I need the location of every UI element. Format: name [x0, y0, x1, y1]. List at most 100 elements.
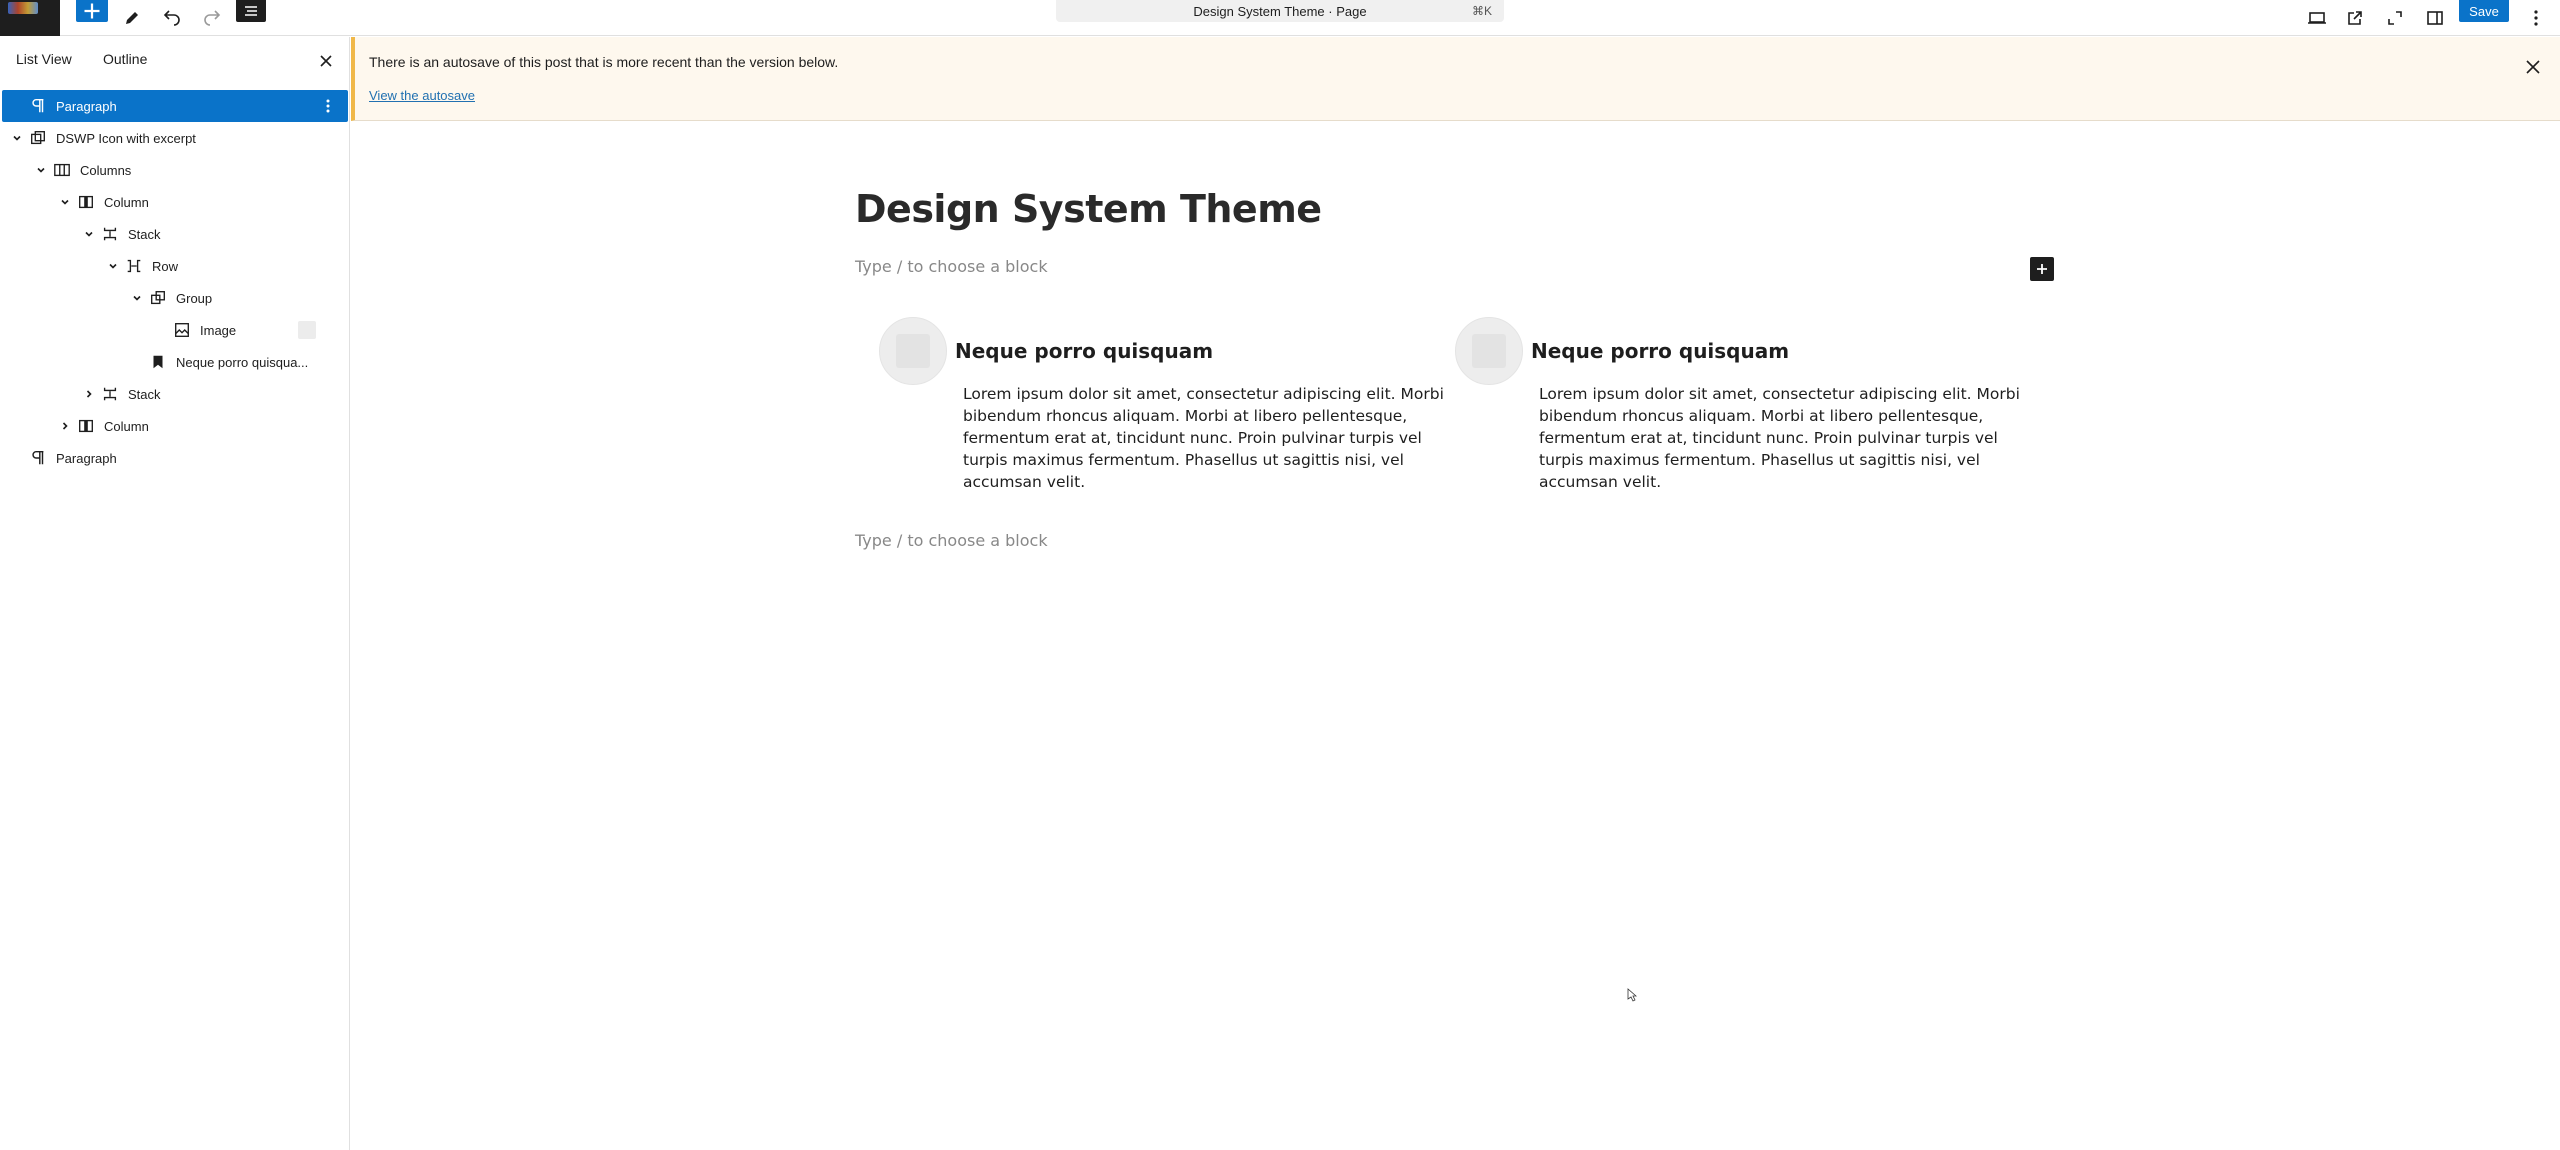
image-placeholder-icon [896, 334, 930, 368]
reusable-block-icon [28, 128, 48, 148]
options-menu-button[interactable] [2524, 0, 2548, 36]
list-view-row[interactable]: Group [2, 282, 348, 314]
list-view-row[interactable]: Stack [2, 218, 348, 250]
list-view-row-label: Paragraph [56, 98, 117, 114]
command-palette-bar[interactable]: Design System Theme · Page ⌘K [1056, 0, 1504, 22]
tools-button[interactable] [118, 0, 146, 36]
desktop-icon [2308, 12, 2326, 24]
list-view-row[interactable]: DSWP Icon with excerpt [2, 122, 348, 154]
list-view-row[interactable]: Neque porro quisqua... [2, 346, 348, 378]
editor-canvas[interactable]: There is an autosave of this post that i… [351, 37, 2560, 1150]
dismiss-notice-button[interactable] [2521, 55, 2545, 79]
block-tree: Paragraph DSWP Icon with excerpt Columns Co… [0, 90, 350, 474]
site-logo-button[interactable] [0, 0, 60, 36]
autosave-notice: There is an autosave of this post that i… [351, 37, 2560, 121]
close-icon [320, 55, 332, 67]
list-view-row[interactable]: Image [2, 314, 348, 346]
chevron-down-icon[interactable] [82, 227, 96, 241]
list-view-row-label: Columns [80, 162, 132, 178]
card-body[interactable]: Lorem ipsum dolor sit amet, consectetur … [963, 383, 1463, 493]
list-view-row[interactable]: Column [2, 186, 348, 218]
card-heading[interactable]: Neque porro quisquam [1531, 339, 1789, 363]
list-view-row-label: Paragraph [56, 450, 117, 466]
image-thumbnail [298, 321, 316, 339]
stack-icon [100, 384, 120, 404]
empty-block-placeholder[interactable]: Type / to choose a block [855, 257, 1048, 276]
chevron-down-icon[interactable] [130, 291, 144, 305]
column-icon [76, 192, 96, 212]
chevron-down-icon[interactable] [34, 163, 48, 177]
mouse-cursor-icon [1627, 988, 1637, 1002]
device-preview-button[interactable] [2302, 0, 2332, 36]
block-inserter-button[interactable] [76, 0, 108, 22]
sidebar-tabs: List View Outline [0, 37, 349, 87]
paragraph-icon [28, 96, 48, 116]
settings-sidebar-button[interactable] [2420, 0, 2450, 36]
view-autosave-link[interactable]: View the autosave [369, 88, 475, 103]
list-view-row[interactable]: Paragraph [2, 442, 348, 474]
view-page-button[interactable] [2340, 0, 2370, 36]
card-body[interactable]: Lorem ipsum dolor sit amet, consectetur … [1539, 383, 2039, 493]
block-options-button[interactable] [320, 96, 336, 116]
chevron-right-icon[interactable] [58, 419, 72, 433]
row-icon [124, 256, 144, 276]
list-view-row[interactable]: Column [2, 410, 348, 442]
list-view-row[interactable]: Row [2, 250, 348, 282]
list-view-row-label: Stack [128, 226, 161, 242]
stack-icon [100, 224, 120, 244]
undo-button[interactable] [158, 0, 186, 36]
list-view-row[interactable]: Paragraph [2, 90, 348, 122]
vertical-dots-icon [326, 99, 330, 113]
paragraph-icon [28, 448, 48, 468]
external-link-icon [2348, 11, 2362, 25]
list-view-row[interactable]: Stack [2, 378, 348, 410]
list-view-row-label: Column [104, 418, 149, 434]
list-view-row-label: Column [104, 194, 149, 210]
document-title: Design System Theme · Page [1193, 3, 1367, 19]
pencil-icon [126, 12, 138, 24]
chevron-down-icon[interactable] [10, 131, 24, 145]
icon-excerpt-card[interactable]: Neque porro quisquam Lorem ipsum dolor s… [1455, 317, 2031, 517]
command-shortcut: ⌘K [1471, 4, 1492, 18]
list-view-row-label: Neque porro quisqua... [176, 354, 309, 370]
close-icon [2526, 60, 2540, 74]
image-placeholder-icon [1472, 334, 1506, 368]
icon-excerpt-card[interactable]: Neque porro quisquam Lorem ipsum dolor s… [879, 317, 1455, 517]
undo-icon [163, 10, 180, 26]
save-button[interactable]: Save [2459, 0, 2509, 22]
fullscreen-icon [2388, 11, 2402, 25]
document-overview-button[interactable] [236, 0, 266, 22]
tab-outline[interactable]: Outline [103, 51, 147, 67]
tab-list-view[interactable]: List View [16, 51, 72, 67]
chevron-right-icon[interactable] [82, 387, 96, 401]
columns-icon [52, 160, 72, 180]
chevron-down-icon[interactable] [106, 259, 120, 273]
editor-top-bar: Design System Theme · Page ⌘K Save [0, 0, 2560, 36]
page-title[interactable]: Design System Theme [855, 187, 1322, 231]
list-view-row-label: Group [176, 290, 213, 306]
sidebar-icon [2427, 11, 2443, 25]
group-icon [148, 288, 168, 308]
list-view-row[interactable]: Columns [2, 154, 348, 186]
chevron-down-icon[interactable] [58, 195, 72, 209]
heading-bookmark-icon [148, 352, 168, 372]
list-view-row-label: Stack [128, 386, 161, 402]
image-icon [172, 320, 192, 340]
column-icon [76, 416, 96, 436]
site-icon [8, 2, 38, 14]
list-view-sidebar: List View Outline Paragraph DSWP Icon wit… [0, 37, 350, 1150]
card-heading[interactable]: Neque porro quisquam [955, 339, 1213, 363]
list-view-row-label: Row [152, 258, 179, 274]
list-view-row-label: DSWP Icon with excerpt [56, 130, 196, 146]
close-sidebar-button[interactable] [316, 51, 336, 71]
redo-icon [204, 10, 221, 26]
card-image[interactable] [1455, 317, 1523, 385]
redo-button[interactable] [198, 0, 226, 36]
list-view-icon [245, 6, 257, 16]
card-image[interactable] [879, 317, 947, 385]
inline-inserter-button[interactable] [2030, 257, 2054, 281]
vertical-dots-icon [2534, 10, 2538, 26]
plus-icon [2037, 264, 2047, 274]
fullscreen-button[interactable] [2380, 0, 2410, 36]
empty-block-placeholder[interactable]: Type / to choose a block [855, 531, 1048, 550]
